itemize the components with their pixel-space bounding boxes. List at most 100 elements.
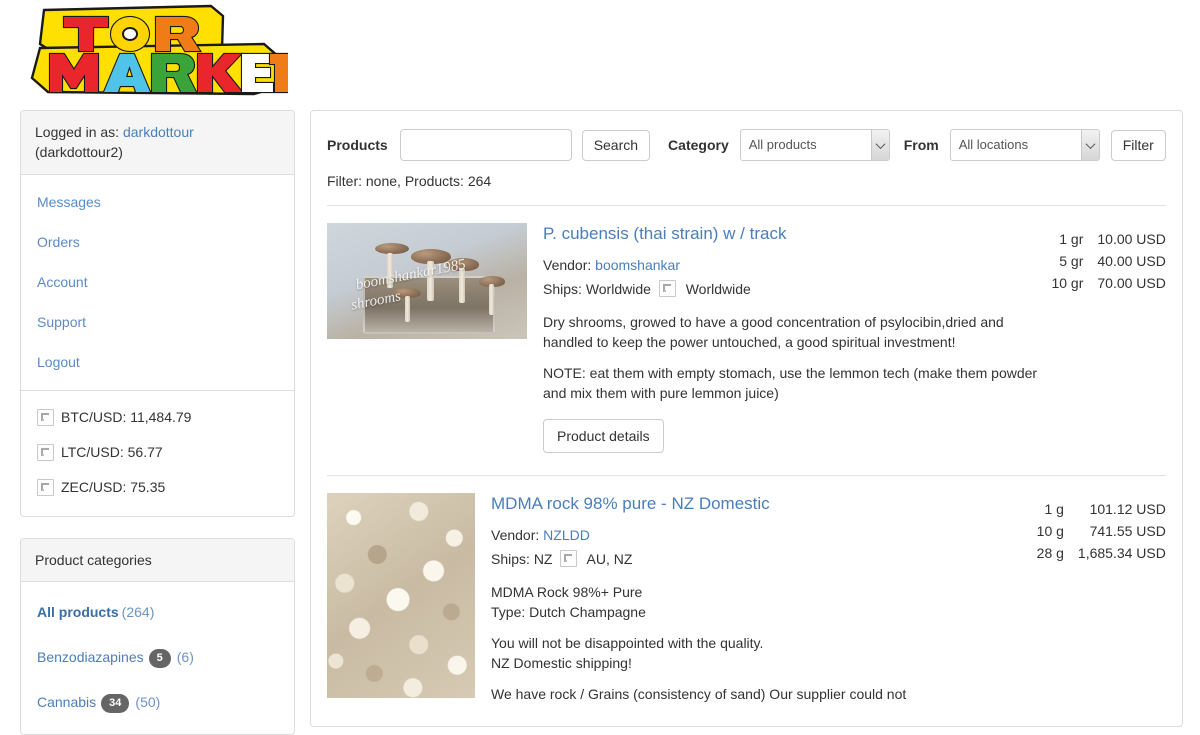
category-item-cannabis[interactable]: Cannabis 34 (50)	[21, 686, 294, 718]
category-list: All products (264) Benzodiazapines 5 (6) Ca…	[21, 596, 294, 718]
mushroom-stem	[405, 296, 410, 322]
product-image[interactable]: boomshankar1985 shrooms	[327, 223, 527, 339]
rate-zec-label: ZEC/USD: 75.35	[61, 479, 166, 496]
ships-label: Ships:	[491, 551, 530, 567]
page-body: Logged in as: darkdottour (darkdottour2)…	[0, 110, 1200, 735]
price-amount: 1 g	[1044, 501, 1064, 517]
site-header: .lo { stroke:#1a1a1a; stroke-width:2.2; …	[0, 0, 1200, 110]
rate-row-ltc: LTC/USD: 56.77	[35, 442, 280, 463]
rate-row-zec: ZEC/USD: 75.35	[35, 477, 280, 498]
category-item-benzodiazapines[interactable]: Benzodiazapines 5 (6)	[21, 641, 294, 673]
ships-from: Worldwide	[585, 281, 651, 297]
product-title-link[interactable]: MDMA rock 98% pure - NZ Domestic	[491, 494, 1037, 514]
ships-from: NZ	[533, 551, 553, 567]
sidebar-item-messages[interactable]: Messages	[21, 186, 294, 218]
sidebar-link-orders[interactable]: Orders	[21, 226, 294, 258]
category-link-cannabis[interactable]: Cannabis	[37, 694, 96, 710]
sidebar-link-logout[interactable]: Logout	[21, 346, 294, 378]
price-row: 28 g 1,685.34 USD	[1037, 542, 1166, 564]
price-value: 1,685.34 USD	[1077, 545, 1166, 561]
products-label: Products	[327, 137, 388, 153]
product-row: MDMA rock 98% pure - NZ Domestic Vendor:…	[327, 475, 1166, 726]
product-vendor-row: Vendor: boomshankar	[543, 253, 1051, 277]
price-row: 10 gr 70.00 USD	[1051, 272, 1165, 294]
category-count-benzodiazapines: (6)	[176, 648, 194, 665]
price-value: 70.00 USD	[1097, 275, 1166, 291]
price-value: 741.55 USD	[1089, 523, 1166, 539]
product-details-button[interactable]: Product details	[543, 419, 664, 453]
sidebar-link-account[interactable]: Account	[21, 266, 294, 298]
site-logo[interactable]: .lo { stroke:#1a1a1a; stroke-width:2.2; …	[26, 4, 288, 100]
broken-image-icon	[37, 443, 54, 461]
filter-status-text: Filter: none, Products: 264	[327, 173, 492, 189]
broken-image-icon	[658, 280, 676, 297]
filter-button[interactable]: Filter	[1110, 129, 1166, 161]
sidebar-nav: Messages Orders Account Support Logout	[21, 186, 294, 378]
category-select-wrap[interactable]: All products	[739, 129, 890, 161]
content-panel: Products Search Category All products Fr…	[310, 110, 1183, 727]
product-thumbnail-shrooms[interactable]: boomshankar1985 shrooms	[327, 223, 527, 453]
ships-to: AU, NZ	[586, 551, 633, 567]
user-alias: (darkdottour2)	[35, 144, 123, 161]
vendor-link[interactable]: boomshankar	[595, 257, 680, 273]
broken-image-icon	[37, 408, 54, 426]
price-row: 5 gr 40.00 USD	[1051, 250, 1166, 272]
rate-btc-label: BTC/USD: 11,484.79	[61, 409, 192, 426]
categories-title: Product categories	[21, 538, 294, 582]
sidebar-item-support[interactable]: Support	[21, 306, 294, 338]
location-select[interactable]: All locations	[949, 129, 1100, 161]
search-button[interactable]: Search	[581, 129, 651, 161]
sidebar-item-account[interactable]: Account	[21, 266, 294, 298]
product-price-list: 1 g 101.12 USD 10 g 741.55 USD 28 g 1,68…	[1037, 493, 1166, 704]
logged-in-label: Logged in as:	[35, 124, 120, 140]
search-input[interactable]	[399, 129, 572, 161]
vendor-label: Vendor:	[543, 257, 592, 273]
product-description: MDMA Rock 98%+ Pure Type: Dutch Champagn…	[491, 584, 646, 620]
price-amount: 10 gr	[1051, 275, 1084, 291]
broken-image-icon	[560, 550, 578, 567]
mushroom-stem	[489, 284, 494, 315]
sidebar-item-orders[interactable]: Orders	[21, 226, 294, 258]
product-categories-panel: Product categories All products (264) Ben…	[20, 537, 295, 735]
product-thumbnail-mdma[interactable]	[327, 493, 475, 704]
product-ships-row: Ships: Worldwide Worldwide	[543, 277, 1051, 301]
sidebar-link-messages[interactable]: Messages	[21, 186, 294, 218]
category-select[interactable]: All products	[739, 129, 890, 161]
category-count-all-products: (264)	[121, 603, 155, 620]
product-note: NOTE: eat them with empty stomach, use t…	[543, 365, 1038, 401]
main-content: Products Search Category All products Fr…	[310, 110, 1183, 727]
sidebar: Logged in as: darkdottour (darkdottour2)…	[20, 110, 295, 735]
product-image[interactable]	[327, 493, 475, 698]
logged-in-banner: Logged in as: darkdottour (darkdottour2)	[21, 111, 294, 175]
product-ships-row: Ships: NZ AU, NZ	[491, 547, 1037, 571]
price-value: 40.00 USD	[1097, 253, 1166, 269]
category-badge-cannabis: 34	[101, 693, 130, 713]
product-price-list: 1 gr 10.00 USD 5 gr 40.00 USD 10 gr 70.0…	[1051, 223, 1165, 453]
category-label: Category	[668, 137, 729, 153]
product-note-secondary: We have rock / Grains (consistency of sa…	[491, 686, 907, 702]
category-link-benzodiazapines[interactable]: Benzodiazapines	[37, 649, 144, 665]
product-vendor-row: Vendor: NZLDD	[491, 523, 1037, 547]
product-list: boomshankar1985 shrooms P. cubensis (tha…	[311, 205, 1182, 726]
price-table: 1 g 101.12 USD 10 g 741.55 USD 28 g 1,68…	[1037, 498, 1166, 564]
price-amount: 5 gr	[1059, 253, 1084, 269]
category-badge-benzodiazapines: 5	[148, 648, 171, 668]
price-row: 10 g 741.55 USD	[1037, 520, 1166, 542]
price-value: 10.00 USD	[1097, 231, 1166, 247]
category-link-all-products[interactable]: All products	[37, 604, 119, 620]
sidebar-link-support[interactable]: Support	[21, 306, 294, 338]
vendor-link[interactable]: NZLDD	[543, 527, 590, 543]
category-item-all-products[interactable]: All products (264)	[21, 596, 294, 628]
ships-to: Worldwide	[685, 281, 751, 297]
price-row: 1 g 101.12 USD	[1037, 498, 1165, 520]
product-note: You will not be disappointed with the qu…	[491, 635, 764, 671]
ships-label: Ships:	[543, 281, 582, 297]
username-link[interactable]: darkdottour	[123, 124, 194, 140]
sidebar-item-logout[interactable]: Logout	[21, 346, 294, 378]
broken-image-icon	[37, 478, 54, 496]
product-title-link[interactable]: P. cubensis (thai strain) w / track	[543, 224, 1051, 244]
location-select-wrap[interactable]: All locations	[949, 129, 1100, 161]
price-amount: 10 g	[1036, 523, 1064, 539]
price-table: 1 gr 10.00 USD 5 gr 40.00 USD 10 gr 70.0…	[1051, 228, 1165, 294]
rate-ltc-label: LTC/USD: 56.77	[61, 444, 163, 461]
